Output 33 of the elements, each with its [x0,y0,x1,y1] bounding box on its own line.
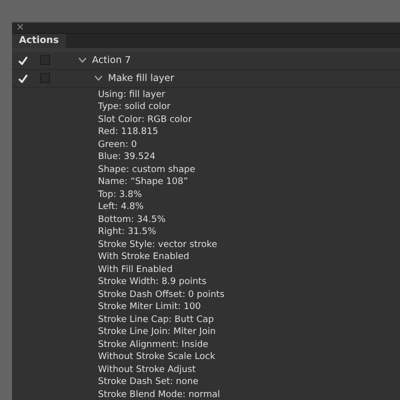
step-detail: Stroke Alignment: Inside [98,338,208,351]
step-detail: Stroke Dash Set: none [98,376,198,388]
action-name[interactable]: Action 7 [92,54,131,66]
panel-tab[interactable]: Actions [12,34,66,48]
step-detail: Stroke Blend Mode: normal [98,388,220,400]
step-detail: Slot Color: RGB color [98,114,192,126]
step-detail: Right: 31.5% [98,226,156,238]
step-detail: With Stroke Enabled [98,251,190,264]
step-detail: With Fill Enabled [98,264,173,276]
chevron-icon[interactable] [78,57,87,63]
step-detail: Without Stroke Scale Lock [98,351,216,364]
step-detail: Green: 0 [98,138,137,151]
step-detail: Left: 4.8% [98,201,144,214]
step-detail: Name: “Shape 108” [98,176,188,188]
chevron-icon[interactable] [94,75,103,81]
step-detail: Red: 118.815 [98,126,158,138]
step-detail: Without Stroke Adjust [98,364,196,376]
step-detail: Top: 3.8% [98,188,142,201]
step-detail: Stroke Miter Limit: 100 [98,301,201,314]
step-detail: Stroke Width: 8.9 points [98,276,206,288]
step-detail: Type: solid color [98,101,170,114]
step-detail: Stroke Line Cap: Butt Cap [98,314,214,326]
check-icon[interactable] [18,74,28,82]
step-detail: Blue: 39.524 [98,151,156,164]
close-button[interactable]: × [12,23,28,33]
step-detail: Bottom: 34.5% [98,214,166,226]
check-icon[interactable] [18,56,28,64]
step-detail: Shape: custom shape [98,164,196,176]
step-detail: Stroke Style: vector stroke [98,238,218,251]
step-detail: Stroke Line Join: Miter Join [98,326,216,338]
step-detail: Using: fill layer [98,88,166,101]
step-name[interactable]: Make fill layer [108,72,174,84]
step-detail: Stroke Dash Offset: 0 points [98,288,224,301]
